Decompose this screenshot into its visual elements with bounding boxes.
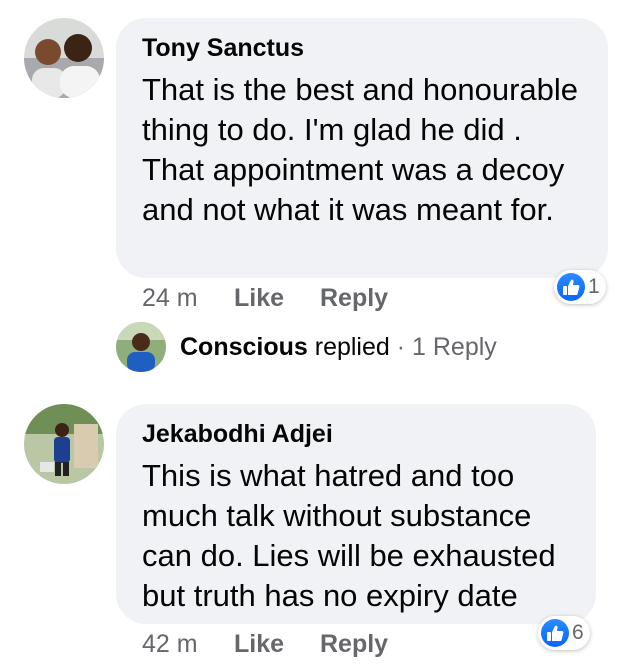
like-icon: [557, 273, 585, 301]
comment-bubble: Jekabodhi Adjei This is what hatred and …: [116, 404, 596, 624]
reaction-count: 6: [572, 621, 584, 644]
reply-button[interactable]: Reply: [320, 284, 388, 313]
reaction-badge[interactable]: 1: [554, 270, 606, 304]
view-replies-link[interactable]: 1 Reply: [412, 333, 497, 361]
reaction-badge[interactable]: 6: [538, 616, 590, 650]
reply-separator: ·: [389, 333, 413, 361]
reply-thread-summary[interactable]: Conscious replied · 1 Reply: [180, 333, 497, 362]
reaction-count: 1: [588, 275, 600, 298]
comment-actions: 24 m Like Reply: [142, 284, 442, 314]
comment-timestamp[interactable]: 24 m: [142, 284, 198, 313]
like-button[interactable]: Like: [234, 284, 284, 313]
comment-author[interactable]: Jekabodhi Adjei: [142, 420, 333, 449]
reply-button[interactable]: Reply: [320, 630, 388, 659]
like-icon: [541, 619, 569, 647]
reply-avatar[interactable]: [116, 322, 166, 372]
comment-timestamp[interactable]: 42 m: [142, 630, 198, 659]
reply-action-text: replied: [307, 333, 390, 361]
comment-author[interactable]: Tony Sanctus: [142, 34, 304, 63]
comment-text: This is what hatred and too much talk wi…: [142, 458, 556, 613]
comment-bubble: Tony Sanctus That is the best and honour…: [116, 18, 608, 278]
reply-author[interactable]: Conscious: [180, 333, 308, 361]
avatar[interactable]: [24, 18, 104, 98]
avatar[interactable]: [24, 404, 104, 484]
comment-text: That is the best and honourable thing to…: [142, 72, 579, 227]
comment-actions: 42 m Like Reply: [142, 630, 442, 660]
like-button[interactable]: Like: [234, 630, 284, 659]
